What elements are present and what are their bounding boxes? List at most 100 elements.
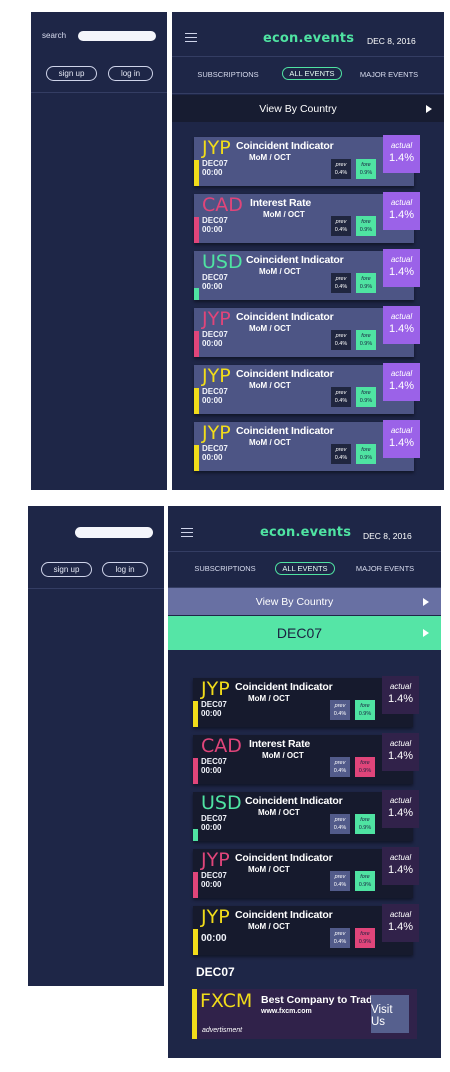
- forecast-value-box: fore 0.9%: [356, 159, 376, 179]
- event-date: DEC07: [201, 871, 227, 880]
- sidebar-divider: [28, 588, 164, 589]
- view-by-country-label: View By Country: [255, 595, 334, 608]
- section-date-label: DEC07: [196, 965, 235, 979]
- event-time: 00:00: [201, 766, 222, 775]
- tab-subscriptions[interactable]: SUBSCRIPTIONS: [193, 562, 257, 575]
- event-period: MoM / OCT: [249, 324, 291, 333]
- actual-label: actual: [389, 796, 412, 805]
- actual-value-box: actual 1.4%: [382, 733, 419, 771]
- prev-value-box: prev 0.4%: [331, 273, 351, 293]
- forecast-label: fore: [360, 703, 370, 709]
- actual-value: 1.4%: [388, 323, 415, 335]
- event-name: Coincident Indicator: [246, 254, 344, 266]
- importance-stripe: [193, 872, 198, 898]
- menu-icon[interactable]: [185, 33, 197, 43]
- event-card[interactable]: JYP DEC07 00:00 Coincident Indicator MoM / O…: [194, 135, 420, 186]
- view-by-country-bar[interactable]: View By Country: [172, 95, 444, 122]
- prev-label: prev: [335, 333, 347, 339]
- prev-label: prev: [335, 447, 347, 453]
- actual-value: 1.4%: [387, 750, 414, 762]
- event-card[interactable]: USD DEC07 00:00 Coincident Indicator MoM / O…: [193, 790, 419, 841]
- menu-icon[interactable]: [181, 528, 193, 538]
- forecast-value: 0.9%: [359, 455, 373, 461]
- prev-label: prev: [335, 390, 347, 396]
- event-time: 00:00: [202, 396, 223, 405]
- prev-label: prev: [334, 760, 346, 766]
- event-card[interactable]: CAD DEC07 00:00 Interest Rate MoM / OCT prev 0…: [194, 192, 420, 243]
- forecast-value: 0.9%: [359, 341, 373, 347]
- tab-major-events[interactable]: MAJOR EVENTS: [358, 68, 420, 81]
- actual-label: actual: [390, 255, 413, 264]
- play-arrow-icon: [423, 629, 429, 637]
- ad-url: www.fxcm.com: [261, 1008, 312, 1015]
- event-card[interactable]: USD DEC07 00:00 Coincident Indicator MoM / O…: [194, 249, 420, 300]
- tab-subscriptions[interactable]: SUBSCRIPTIONS: [196, 68, 260, 81]
- event-card[interactable]: JYP 00:00 Coincident Indicator MoM / OCT pre…: [193, 904, 419, 955]
- event-period: MoM / OCT: [248, 922, 290, 931]
- actual-value: 1.4%: [387, 864, 414, 876]
- event-date: DEC07: [202, 216, 228, 225]
- forecast-value: 0.9%: [358, 882, 372, 888]
- event-date: DEC07: [202, 159, 228, 168]
- actual-label: actual: [389, 739, 412, 748]
- prev-value: 0.4%: [334, 170, 348, 176]
- event-card[interactable]: JYP DEC07 00:00 Coincident Indicator MoM / O…: [193, 676, 419, 727]
- event-name: Coincident Indicator: [236, 425, 334, 437]
- forecast-value: 0.9%: [358, 768, 372, 774]
- event-name: Coincident Indicator: [235, 852, 333, 864]
- tab-all-events[interactable]: ALL EVENTS: [282, 67, 342, 80]
- forecast-value-box: fore 0.9%: [355, 928, 375, 948]
- visit-us-button[interactable]: Visit Us: [371, 995, 409, 1033]
- importance-stripe: [193, 701, 198, 727]
- actual-value-box: actual 1.4%: [383, 135, 420, 173]
- forecast-value-box: fore 0.9%: [356, 444, 376, 464]
- view-by-country-bar[interactable]: View By Country: [168, 588, 441, 615]
- event-name: Coincident Indicator: [245, 795, 343, 807]
- actual-value-box: actual 1.4%: [383, 420, 420, 458]
- prev-value: 0.4%: [333, 768, 347, 774]
- sidebar-bottom: sign up log in: [28, 506, 164, 986]
- event-date: DEC07: [202, 273, 228, 282]
- event-period: MoM / OCT: [249, 153, 291, 162]
- search-input[interactable]: [75, 527, 153, 538]
- event-card[interactable]: JYP DEC07 00:00 Coincident Indicator MoM / O…: [194, 420, 420, 471]
- event-card[interactable]: JYP DEC07 00:00 Coincident Indicator MoM / O…: [194, 363, 420, 414]
- actual-label: actual: [389, 853, 412, 862]
- forecast-value-box: fore 0.9%: [355, 700, 375, 720]
- event-date: DEC07: [202, 330, 228, 339]
- login-button[interactable]: log in: [102, 562, 148, 577]
- tab-major-events[interactable]: MAJOR EVENTS: [354, 562, 416, 575]
- prev-value-box: prev 0.4%: [331, 159, 351, 179]
- date-filter-bar[interactable]: DEC07: [168, 616, 441, 650]
- actual-label: actual: [390, 426, 413, 435]
- login-button[interactable]: log in: [108, 66, 153, 81]
- signup-button[interactable]: sign up: [41, 562, 92, 577]
- header-date: DEC 8, 2016: [363, 531, 412, 541]
- forecast-value-box: fore 0.9%: [355, 871, 375, 891]
- event-date: DEC07: [201, 757, 227, 766]
- ad-banner[interactable]: FXCM Best Company to Trade www.fxcm.com …: [192, 989, 417, 1039]
- view-by-country-label: View By Country: [259, 102, 337, 115]
- importance-stripe: [193, 829, 198, 841]
- tab-all-events[interactable]: ALL EVENTS: [275, 562, 335, 575]
- currency-code: JYP: [202, 422, 231, 444]
- actual-value: 1.4%: [388, 209, 415, 221]
- actual-value-box: actual 1.4%: [383, 192, 420, 230]
- actual-value-box: actual 1.4%: [382, 847, 419, 885]
- ad-stripe: [192, 989, 197, 1039]
- actual-value-box: actual 1.4%: [383, 249, 420, 287]
- event-card[interactable]: CAD DEC07 00:00 Interest Rate MoM / OCT prev 0…: [193, 733, 419, 784]
- actual-label: actual: [390, 369, 413, 378]
- main-top: econ.events DEC 8, 2016 SUBSCRIPTIONS AL…: [172, 12, 444, 490]
- prev-value: 0.4%: [334, 341, 348, 347]
- actual-label: actual: [390, 198, 413, 207]
- event-period: MoM / OCT: [248, 865, 290, 874]
- prev-label: prev: [334, 703, 346, 709]
- signup-button[interactable]: sign up: [46, 66, 97, 81]
- importance-stripe: [194, 160, 199, 186]
- event-time: 00:00: [201, 709, 222, 718]
- event-card[interactable]: JYP DEC07 00:00 Coincident Indicator MoM / O…: [193, 847, 419, 898]
- search-input[interactable]: [78, 31, 156, 41]
- prev-value: 0.4%: [333, 882, 347, 888]
- event-card[interactable]: JYP DEC07 00:00 Coincident Indicator MoM / O…: [194, 306, 420, 357]
